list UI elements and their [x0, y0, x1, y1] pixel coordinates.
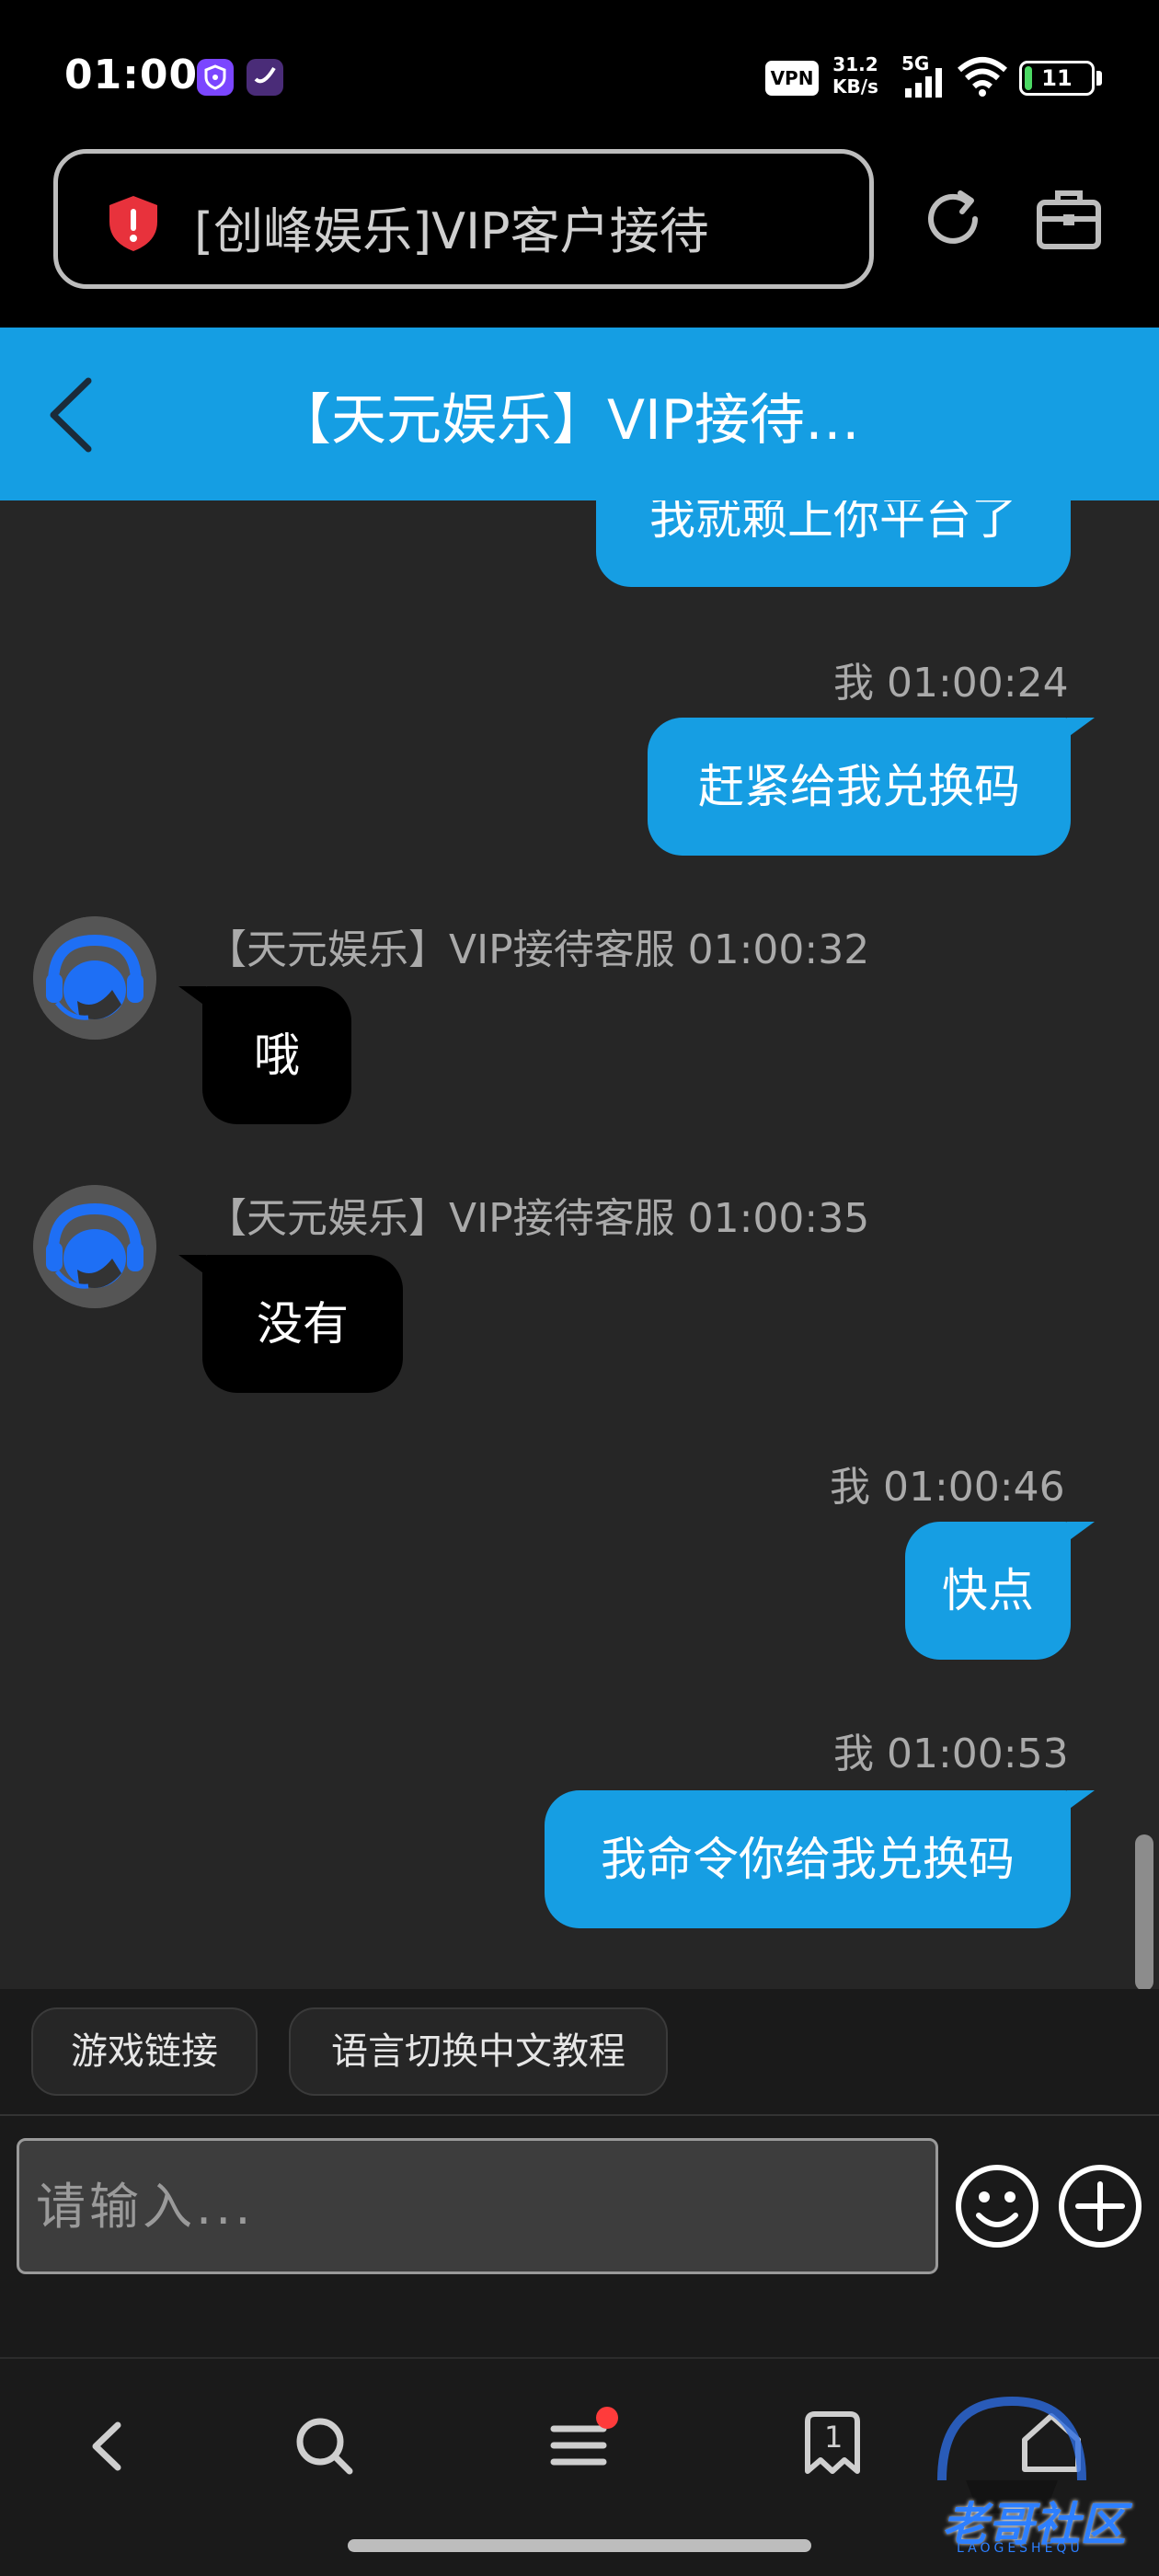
status-bar: 01:00 VPN 31.2 KB/s 5G 11	[0, 0, 1159, 156]
bubble-tail	[1067, 1790, 1095, 1811]
bubble-tail	[178, 1255, 206, 1275]
message-input[interactable]	[17, 2138, 938, 2274]
quick-reply-bar: 游戏链接 语言切换中文教程	[0, 1989, 1159, 2116]
chat-title: 【天元娱乐】VIP接待…	[276, 388, 860, 453]
net-speed-value: 31.2	[832, 53, 878, 75]
bubble-tail	[178, 986, 206, 1006]
agent-avatar[interactable]	[33, 1185, 156, 1308]
security-warning-icon	[106, 194, 161, 257]
url-bar[interactable]: [创峰娱乐]VIP客户接待	[53, 149, 874, 289]
bubble-tail	[1067, 1522, 1095, 1542]
bubble-tail	[1067, 718, 1095, 738]
watermark-logo: 老哥社区 LAOGESHEQU	[874, 2392, 1150, 2567]
chat-header: 【天元娱乐】VIP接待…	[0, 328, 1159, 500]
back-arrow-icon[interactable]	[40, 374, 105, 456]
battery-indicator: 11	[1019, 61, 1095, 96]
nav-search-icon[interactable]	[293, 2414, 357, 2482]
agent-message-bubble: 哦	[202, 986, 351, 1124]
wifi-icon	[957, 55, 1008, 101]
url-title: [创峰娱乐]VIP客户接待	[194, 202, 709, 260]
message-time: 【天元娱乐】VIP接待客服 01:00:32	[206, 926, 870, 973]
nav-tabs-count: 1	[824, 2420, 843, 2455]
message-time: 【天元娱乐】VIP接待客服 01:00:35	[206, 1195, 870, 1242]
message-time: 我 01:00:24	[833, 660, 1069, 707]
my-message-bubble: 我就赖上你平台了	[596, 500, 1071, 587]
toolbox-icon[interactable]	[1034, 184, 1104, 258]
gesture-bar[interactable]	[348, 2539, 811, 2552]
vpn-indicator: VPN	[765, 61, 819, 96]
reload-icon[interactable]	[918, 184, 988, 258]
message-time: 我 01:00:53	[833, 1731, 1069, 1777]
quick-reply-game-link[interactable]: 游戏链接	[31, 2007, 258, 2096]
net-speed: 31.2 KB/s	[832, 53, 878, 98]
net-speed-unit: KB/s	[832, 75, 878, 98]
cell-signal-icon: 5G	[901, 52, 949, 103]
message-time: 我 01:00:46	[830, 1464, 1065, 1511]
plus-icon[interactable]	[1056, 2162, 1144, 2254]
my-message-bubble: 快点	[905, 1522, 1071, 1660]
agent-message-bubble: 没有	[202, 1255, 403, 1393]
nav-tabs-icon[interactable]: 1	[800, 2409, 865, 2482]
quick-reply-language-tutorial[interactable]: 语言切换中文教程	[289, 2007, 668, 2096]
shield-app-icon	[197, 59, 234, 96]
battery-level: 11	[1041, 65, 1073, 91]
status-time: 01:00	[64, 52, 199, 98]
emoji-icon[interactable]	[953, 2162, 1041, 2254]
scrollbar-thumb[interactable]	[1135, 1834, 1153, 1989]
agent-avatar[interactable]	[33, 916, 156, 1040]
my-message-bubble: 我命令你给我兑换码	[545, 1790, 1071, 1928]
svg-text:5G: 5G	[901, 53, 929, 75]
nav-menu-icon[interactable]	[546, 2405, 620, 2482]
my-message-bubble: 赶紧给我兑换码	[648, 718, 1071, 856]
chat-message-list[interactable]: 我就赖上你平台了 我 01:00:24 赶紧给我兑换码 【天元娱乐】VIP接待客…	[0, 500, 1159, 1989]
nav-back-icon[interactable]	[81, 2414, 136, 2482]
input-row	[0, 2116, 1159, 2357]
battery-nub	[1096, 71, 1102, 86]
watermark-subtext: LAOGESHEQU	[957, 2541, 1084, 2556]
app-notification-icon	[247, 59, 283, 96]
